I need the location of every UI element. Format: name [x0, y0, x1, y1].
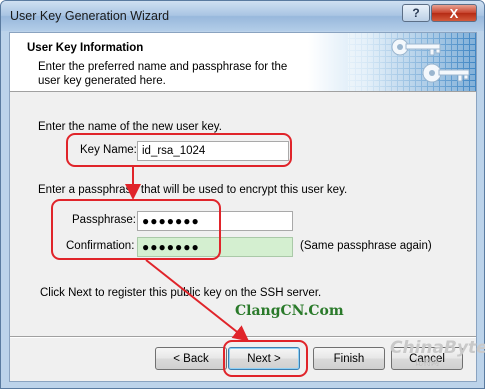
title-bar[interactable]: User Key Generation Wizard ? X [1, 1, 484, 31]
confirmation-input[interactable]: ●●●●●●● [137, 237, 293, 257]
confirmation-label: Confirmation: [66, 240, 135, 252]
passphrase-input[interactable]: ●●●●●●● [137, 211, 293, 231]
wizard-client-area: User Key Information Enter the preferred… [9, 32, 477, 382]
next-button[interactable]: Next > [228, 347, 300, 370]
window-title: User Key Generation Wizard [10, 9, 170, 23]
key-name-input[interactable]: id_rsa_1024 [137, 141, 289, 161]
wizard-window: User Key Generation Wizard ? X User Key … [0, 0, 485, 389]
wizard-header: User Key Information Enter the preferred… [10, 33, 476, 92]
confirmation-hint: (Same passphrase again) [300, 240, 432, 252]
corner-logo-subtext: 比特网 [415, 358, 439, 367]
header-title: User Key Information [27, 42, 144, 54]
passphrase-label: Passphrase: [72, 214, 136, 226]
corner-logo: ChinaByte [390, 338, 485, 358]
passphrase-prompt: Enter a passphrase that will be used to … [38, 184, 348, 196]
key-name-prompt: Enter the name of the new user key. [38, 121, 222, 133]
header-description: Enter the preferred name and passphrase … [38, 61, 288, 87]
finish-button[interactable]: Finish [313, 347, 385, 370]
next-instruction: Click Next to register this public key o… [40, 287, 322, 299]
watermark-text: ClangCN.Com [235, 303, 344, 319]
back-button[interactable]: < Back [155, 347, 227, 370]
key-name-label: Key Name: [80, 144, 137, 156]
close-button[interactable]: X [431, 4, 477, 22]
help-button[interactable]: ? [402, 4, 430, 22]
keys-banner-icon [308, 33, 476, 91]
